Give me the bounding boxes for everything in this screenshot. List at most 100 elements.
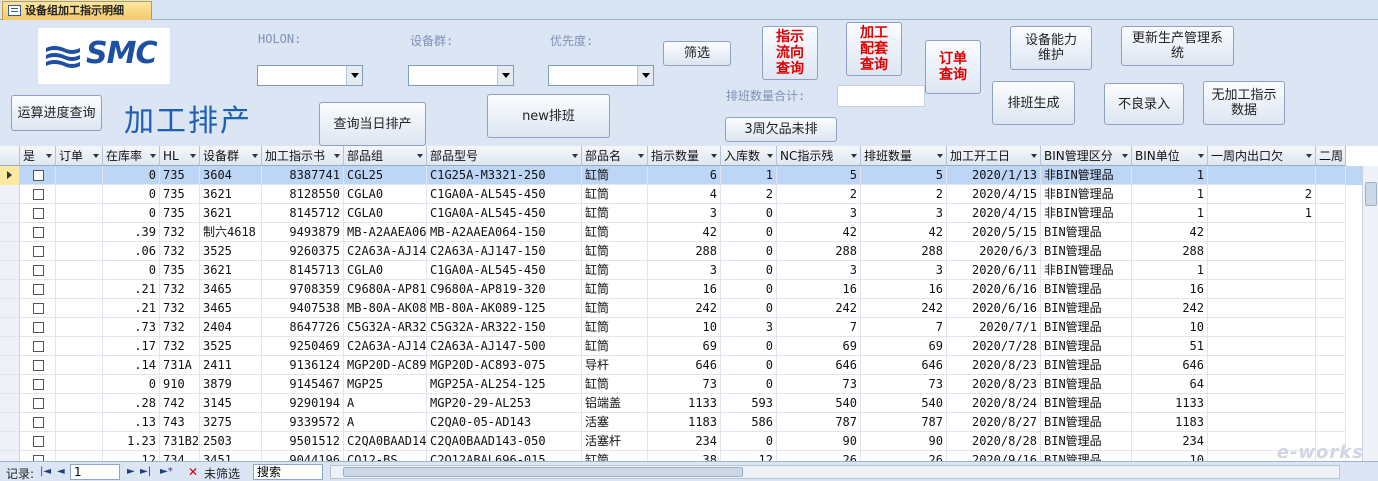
table-cell[interactable]: 735 <box>160 166 200 185</box>
table-cell[interactable]: C9680A-AP819 <box>344 280 427 299</box>
table-cell[interactable]: 646 <box>861 356 947 375</box>
table-cell[interactable]: 735 <box>160 204 200 223</box>
table-row[interactable]: 0 910 3879 9145467 MGP25 MGP25A-AL254-125 缸筒 73… <box>0 375 1378 394</box>
chevron-down-icon[interactable] <box>150 154 156 158</box>
table-cell[interactable]: .21 <box>103 280 160 299</box>
table-cell[interactable] <box>1316 185 1346 204</box>
row-checkbox[interactable] <box>33 208 44 219</box>
scroll-thumb[interactable] <box>343 467 743 477</box>
table-cell[interactable]: 51 <box>1132 337 1208 356</box>
table-cell[interactable] <box>1208 242 1316 261</box>
table-cell[interactable]: 3465 <box>200 280 262 299</box>
table-cell[interactable]: 10 <box>1132 318 1208 337</box>
table-cell[interactable]: 缸筒 <box>582 299 648 318</box>
table-cell[interactable]: 742 <box>160 394 200 413</box>
chevron-down-icon[interactable] <box>417 154 423 158</box>
table-cell[interactable] <box>1208 261 1316 280</box>
table-cell[interactable]: 732 <box>160 318 200 337</box>
table-cell[interactable]: 69 <box>777 337 861 356</box>
chevron-down-icon[interactable] <box>937 154 943 158</box>
table-cell[interactable]: 1133 <box>648 394 721 413</box>
table-cell[interactable] <box>1316 280 1346 299</box>
row-checkbox[interactable] <box>33 189 44 200</box>
column-header[interactable]: BIN管理区分 <box>1041 146 1132 166</box>
chevron-down-icon[interactable] <box>572 154 578 158</box>
chevron-down-icon[interactable] <box>190 154 196 158</box>
row-checkbox[interactable] <box>33 398 44 409</box>
table-cell[interactable]: 288 <box>777 242 861 261</box>
table-cell[interactable] <box>1316 375 1346 394</box>
row-selector[interactable] <box>0 432 20 451</box>
row-selector[interactable] <box>0 318 20 337</box>
table-cell[interactable]: C2A63A-AJ147 <box>344 337 427 356</box>
table-cell[interactable]: 6 <box>648 166 721 185</box>
table-cell[interactable]: 1183 <box>1132 413 1208 432</box>
table-cell[interactable]: 0 <box>721 432 777 451</box>
table-cell[interactable]: 90 <box>861 432 947 451</box>
update-system-button[interactable]: 更新生产管理系统 <box>1121 26 1234 66</box>
row-selector[interactable] <box>0 299 20 318</box>
table-cell[interactable]: .73 <box>103 318 160 337</box>
table-cell[interactable]: 69 <box>861 337 947 356</box>
table-cell[interactable]: 1 <box>1132 185 1208 204</box>
table-cell[interactable]: 9290194 <box>262 394 344 413</box>
table-cell[interactable] <box>56 299 103 318</box>
table-cell[interactable]: 0 <box>721 356 777 375</box>
table-cell[interactable] <box>56 166 103 185</box>
table-cell[interactable]: 787 <box>861 413 947 432</box>
table-cell[interactable] <box>56 204 103 223</box>
row-selector[interactable] <box>0 204 20 223</box>
table-cell[interactable]: 0 <box>721 299 777 318</box>
table-cell[interactable]: 73 <box>861 375 947 394</box>
table-cell[interactable]: 42 <box>777 223 861 242</box>
table-cell[interactable]: 0 <box>103 185 160 204</box>
table-cell[interactable]: 646 <box>648 356 721 375</box>
priority-select[interactable] <box>548 65 654 86</box>
table-cell[interactable]: 2 <box>861 185 947 204</box>
table-cell[interactable]: 242 <box>1132 299 1208 318</box>
table-cell[interactable]: 非BIN管理品 <box>1041 261 1132 280</box>
table-cell[interactable] <box>1208 356 1316 375</box>
table-cell[interactable]: MGP25A-AL254-125 <box>427 375 582 394</box>
table-cell[interactable]: 586 <box>721 413 777 432</box>
table-cell[interactable]: 0 <box>103 166 160 185</box>
chevron-down-icon[interactable] <box>497 66 513 85</box>
table-cell[interactable]: 2020/7/28 <box>947 337 1041 356</box>
table-cell[interactable]: C1GA0A-AL545-450 <box>427 204 582 223</box>
table-cell[interactable]: 0 <box>721 242 777 261</box>
table-cell[interactable]: 0 <box>103 375 160 394</box>
column-header[interactable]: 加工开工日 <box>947 146 1041 166</box>
table-row[interactable]: 12 734 3451 9044196 CQ12-BS C2Q12ABAL696-015 缸… <box>0 451 1378 461</box>
table-cell[interactable]: MGP20D-AC893 <box>344 356 427 375</box>
table-cell[interactable] <box>1316 242 1346 261</box>
table-cell[interactable]: 540 <box>861 394 947 413</box>
record-number-input[interactable]: 1 <box>70 464 120 480</box>
table-cell[interactable]: 787 <box>777 413 861 432</box>
table-cell[interactable]: 3879 <box>200 375 262 394</box>
row-selector[interactable] <box>0 261 20 280</box>
table-cell[interactable]: 1 <box>1208 204 1316 223</box>
table-cell[interactable]: 2 <box>721 185 777 204</box>
table-cell[interactable] <box>1316 337 1346 356</box>
table-cell[interactable]: C2QA0-05-AD143 <box>427 413 582 432</box>
row-checkbox[interactable] <box>33 322 44 333</box>
table-cell[interactable]: BIN管理品 <box>1041 394 1132 413</box>
column-header[interactable]: BIN单位 <box>1132 146 1208 166</box>
chevron-down-icon[interactable] <box>1031 154 1037 158</box>
chevron-down-icon[interactable] <box>252 154 258 158</box>
table-cell[interactable]: 38 <box>648 451 721 461</box>
row-selector[interactable] <box>0 375 20 394</box>
row-checkbox[interactable] <box>33 284 44 295</box>
table-row[interactable]: .28 742 3145 9290194 A MGP20-29-AL253 铝端盖 1133 5… <box>0 394 1378 413</box>
table-cell[interactable]: 3145 <box>200 394 262 413</box>
table-cell[interactable]: 3451 <box>200 451 262 461</box>
table-row[interactable]: 1.23 731B2 2503 9501512 C2QA0BAAD143 C2QA0BAA… <box>0 432 1378 451</box>
table-cell[interactable]: 2020/8/28 <box>947 432 1041 451</box>
table-cell[interactable]: 9260375 <box>262 242 344 261</box>
table-cell[interactable]: BIN管理品 <box>1041 413 1132 432</box>
table-cell[interactable]: 42 <box>648 223 721 242</box>
filter-button[interactable]: 筛选 <box>663 41 731 66</box>
table-cell[interactable]: 2020/7/1 <box>947 318 1041 337</box>
table-cell[interactable]: 42 <box>861 223 947 242</box>
table-cell[interactable]: 铝端盖 <box>582 394 648 413</box>
